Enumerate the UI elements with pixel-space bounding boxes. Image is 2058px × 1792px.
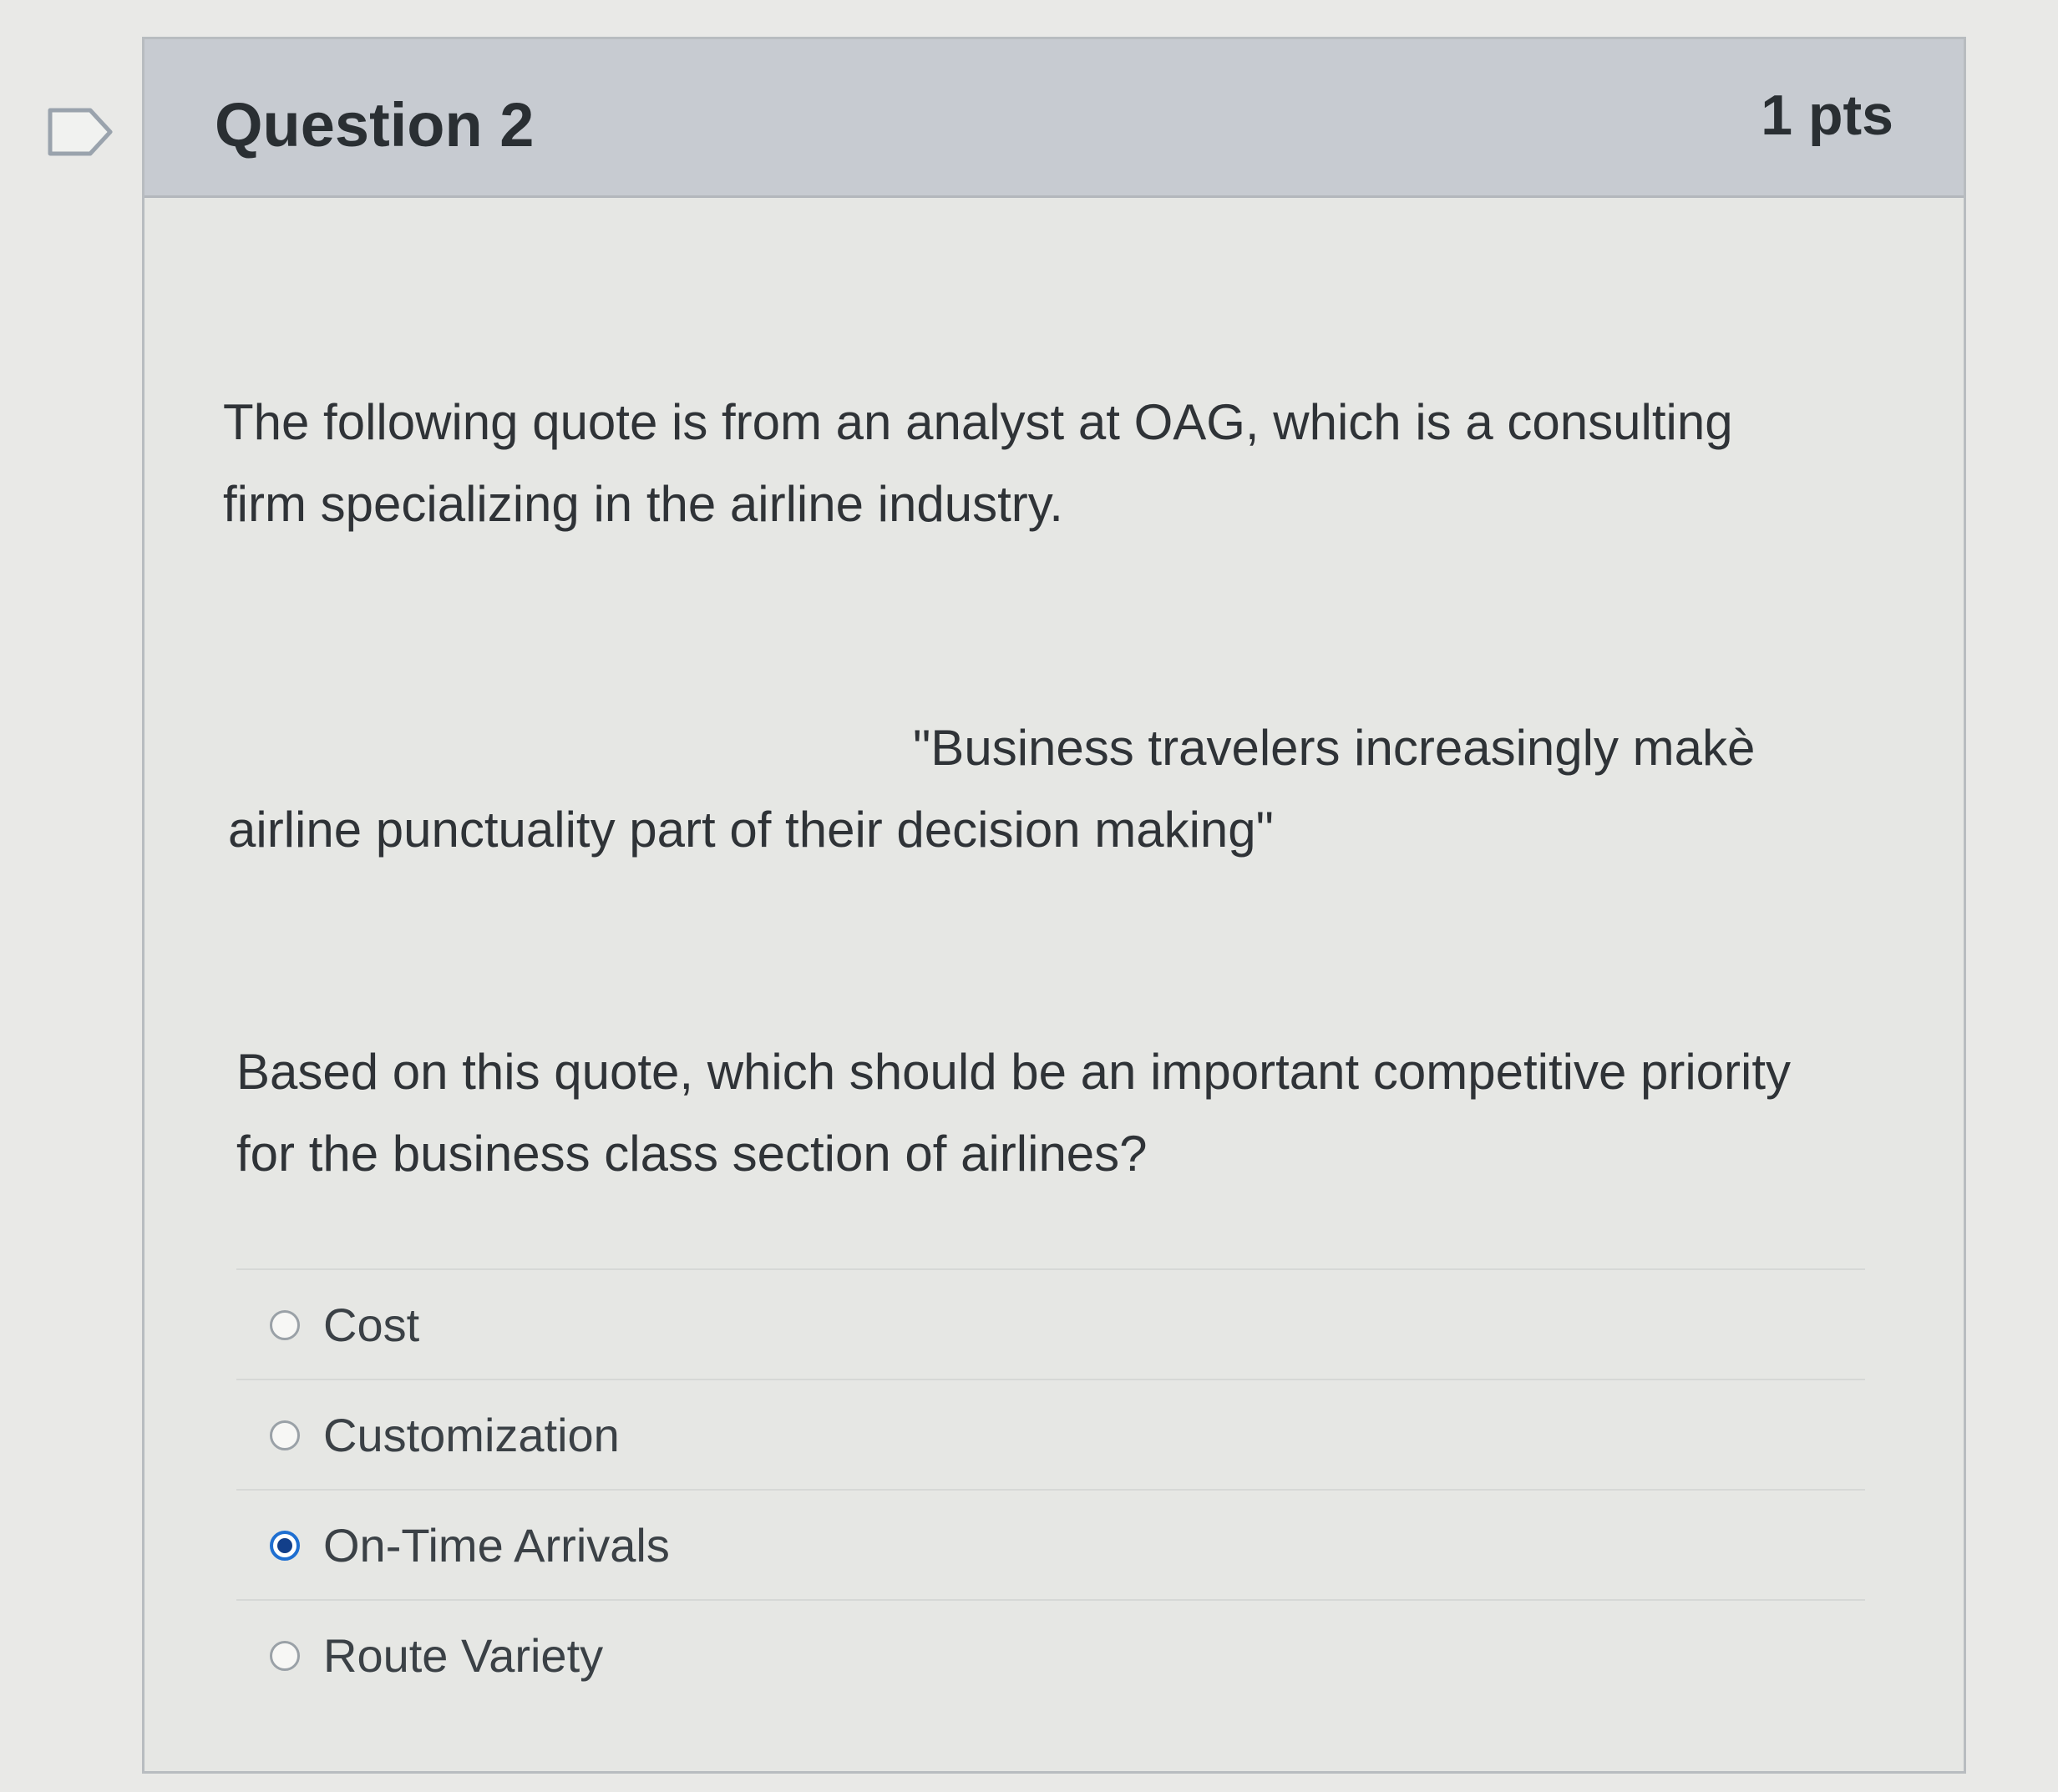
radio-button[interactable] (270, 1420, 300, 1450)
answer-option-cost[interactable]: Cost (236, 1268, 1865, 1379)
answer-label[interactable]: On-Time Arrivals (323, 1516, 670, 1576)
quote-line: airline punctuality part of their decisi… (228, 802, 1274, 858)
question-intro-line: The following quote is from an analyst a… (223, 394, 1733, 450)
question-prompt: Based on this quote, which should be an … (236, 1031, 1791, 1195)
radio-button[interactable] (270, 1310, 300, 1340)
flag-question-icon[interactable] (45, 105, 115, 159)
answer-label[interactable]: Cost (323, 1295, 419, 1355)
question-prompt-line: Based on this quote, which should be an … (236, 1044, 1792, 1100)
question-header: Question 2 1 pts (144, 39, 1964, 198)
question-intro-line: firm specializing in the airline industr… (223, 476, 1063, 532)
question-title: Question 2 (215, 90, 535, 159)
question-intro: The following quote is from an analyst a… (223, 382, 1733, 545)
answer-option-on-time-arrivals[interactable]: On-Time Arrivals (236, 1489, 1865, 1599)
question-body: The following quote is from an analyst a… (144, 198, 1964, 1771)
answer-option-customization[interactable]: Customization (236, 1379, 1865, 1489)
answer-list: Cost Customization On-Time Arrivals Rout… (236, 1268, 1865, 1709)
quote-line: "Business travelers increasingly makè (913, 720, 1756, 776)
answer-option-route-variety[interactable]: Route Variety (236, 1599, 1865, 1709)
question-prompt-line: for the business class section of airlin… (236, 1126, 1148, 1182)
question-points: 1 pts (1761, 84, 1893, 147)
question-card: Question 2 1 pts The following quote is … (142, 37, 1966, 1774)
radio-button-selected[interactable] (270, 1531, 300, 1561)
answer-label[interactable]: Customization (323, 1405, 620, 1465)
radio-button[interactable] (270, 1641, 300, 1671)
answer-label[interactable]: Route Variety (323, 1626, 603, 1686)
